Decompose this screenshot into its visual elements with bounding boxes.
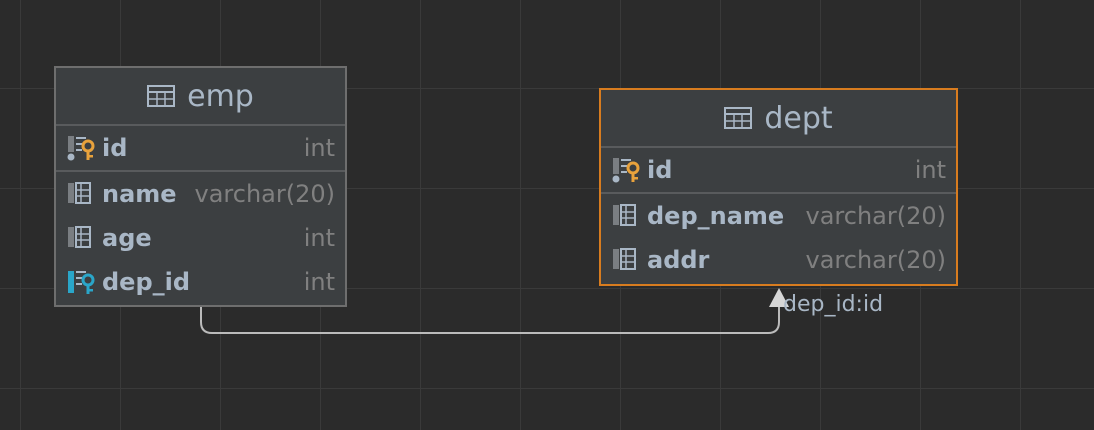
- column-name: id: [102, 134, 128, 162]
- column-icon: [613, 204, 636, 226]
- primary-key-icon: [67, 136, 95, 161]
- table-row[interactable]: id int: [56, 126, 345, 172]
- table-row[interactable]: dep_id int: [56, 260, 345, 304]
- table-dept[interactable]: dept id int dep_name varchar(20) addr va…: [599, 88, 958, 286]
- column-type: varchar(20): [805, 202, 947, 230]
- table-title: emp: [187, 78, 254, 114]
- table-row[interactable]: dep_name varchar(20): [601, 194, 956, 238]
- table-emp[interactable]: emp id int name varchar(20) age int dep_…: [54, 66, 347, 307]
- column-name: id: [647, 156, 673, 184]
- column-type: varchar(20): [194, 180, 336, 208]
- column-name: dep_id: [102, 268, 191, 296]
- column-type: int: [303, 224, 335, 252]
- column-name: addr: [647, 246, 710, 274]
- table-row[interactable]: id int: [601, 148, 956, 194]
- column-type: int: [303, 268, 335, 296]
- table-row[interactable]: age int: [56, 216, 345, 260]
- primary-key-icon: [612, 158, 640, 183]
- column-name: dep_name: [647, 202, 785, 230]
- table-row[interactable]: name varchar(20): [56, 172, 345, 216]
- column-name: age: [102, 224, 152, 252]
- table-icon: [147, 85, 176, 107]
- column-type: varchar(20): [805, 246, 947, 274]
- table-header[interactable]: emp: [56, 68, 345, 126]
- table-title: dept: [764, 100, 833, 136]
- table-row[interactable]: addr varchar(20): [601, 238, 956, 282]
- column-name: name: [102, 180, 177, 208]
- column-type: int: [914, 156, 946, 184]
- column-icon: [68, 182, 91, 204]
- relationship-label: dep_id:id: [783, 292, 884, 317]
- table-icon: [724, 107, 753, 129]
- column-icon: [68, 226, 91, 248]
- foreign-key-icon: [68, 271, 95, 294]
- column-icon: [613, 248, 636, 270]
- column-type: int: [303, 134, 335, 162]
- table-header[interactable]: dept: [601, 90, 956, 148]
